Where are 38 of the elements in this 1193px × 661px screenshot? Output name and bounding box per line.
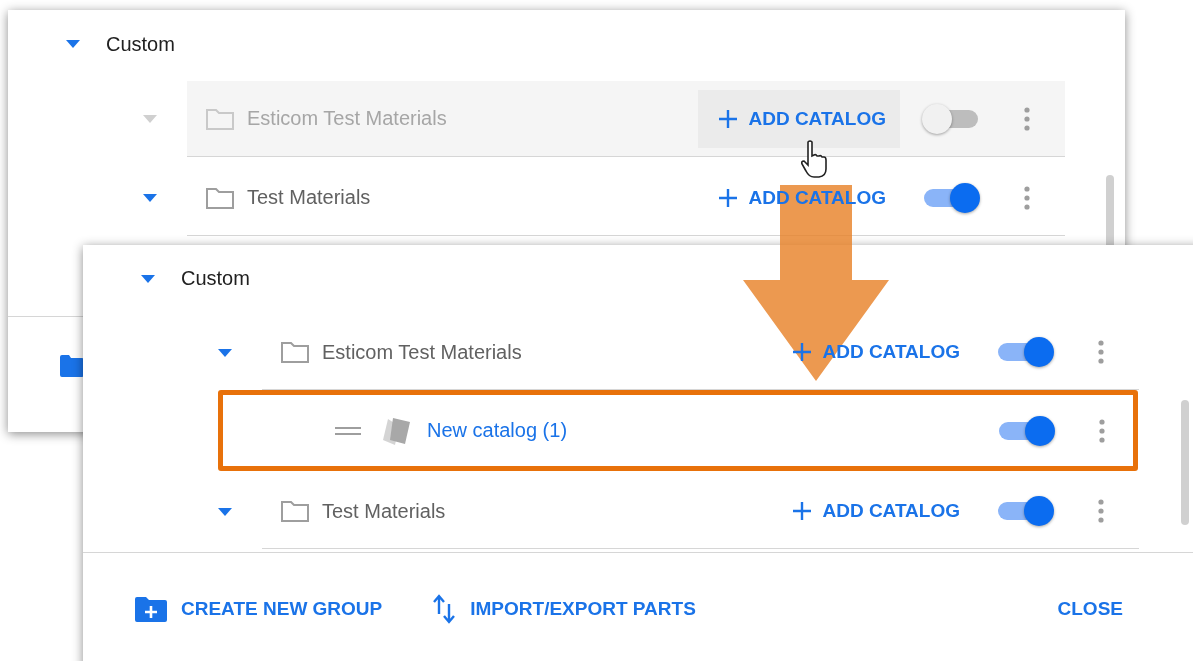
caret-icon[interactable] xyxy=(218,348,232,357)
plus-icon xyxy=(718,187,739,208)
more-options-icon[interactable] xyxy=(1024,106,1030,131)
caret-icon[interactable] xyxy=(141,274,155,283)
up-down-arrows-icon xyxy=(432,594,457,625)
add-catalog-button[interactable]: ADD CATALOG xyxy=(772,482,974,541)
scrollbar[interactable] xyxy=(1181,400,1189,525)
folder-label: Esticom Test Materials xyxy=(322,340,522,364)
caret-icon[interactable] xyxy=(143,194,157,202)
folder-icon xyxy=(205,185,235,210)
folder-label: Test Materials xyxy=(322,499,446,523)
hand-cursor-icon xyxy=(800,140,830,180)
more-options-icon[interactable] xyxy=(1099,418,1105,443)
folder-icon xyxy=(280,340,310,365)
folder-icon xyxy=(280,499,310,524)
more-options-icon[interactable] xyxy=(1024,185,1030,210)
add-folder-icon[interactable] xyxy=(60,355,84,377)
group-label: Custom xyxy=(106,32,175,56)
tree-row[interactable]: Test Materials ADD CATALOG xyxy=(262,474,1139,550)
tree-row[interactable]: Esticom Test Materials ADD CATALOG xyxy=(187,81,1065,157)
more-options-icon[interactable] xyxy=(1098,340,1104,365)
create-group-button[interactable]: CREATE NEW GROUP xyxy=(135,596,383,623)
drag-handle-icon[interactable] xyxy=(335,425,361,436)
plus-icon xyxy=(718,108,739,129)
more-options-icon[interactable] xyxy=(1098,499,1104,524)
group-label: Custom xyxy=(181,267,250,291)
folder-label: Esticom Test Materials xyxy=(247,107,447,130)
import-export-button[interactable]: IMPORT/EXPORT PARTS xyxy=(432,594,696,625)
plus-icon xyxy=(792,342,813,363)
add-catalog-button[interactable]: ADD CATALOG xyxy=(698,89,900,148)
folder-label: Test Materials xyxy=(247,186,371,209)
catalog-link[interactable]: New catalog (1) xyxy=(427,419,568,443)
add-folder-icon xyxy=(135,596,167,623)
plus-icon xyxy=(792,501,813,522)
caret-icon[interactable] xyxy=(218,507,232,516)
folder-icon xyxy=(205,106,235,131)
caret-icon[interactable] xyxy=(66,40,80,48)
close-button[interactable]: CLOSE xyxy=(1057,598,1123,621)
